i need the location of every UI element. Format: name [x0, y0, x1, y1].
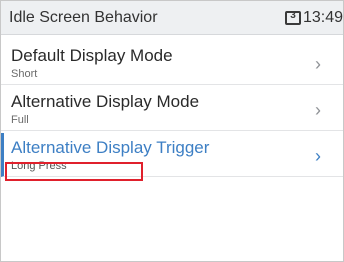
- menu-item-alternative-display-mode[interactable]: Alternative Display Mode Full ›: [1, 87, 343, 131]
- clock-time: 13:49: [303, 9, 344, 26]
- annotation-highlight-box: [5, 162, 143, 181]
- menu-item-label: Alternative Display Trigger: [11, 138, 210, 157]
- page-title: Idle Screen Behavior: [9, 9, 158, 26]
- phone-screen: Idle Screen Behavior 3 13:49 Default Dis…: [0, 0, 344, 262]
- menu-item-label: Alternative Display Mode: [11, 92, 200, 111]
- message-count-icon: 3: [285, 10, 301, 25]
- chevron-right-icon: ›: [315, 100, 321, 120]
- chevron-right-icon: ›: [315, 54, 321, 74]
- menu-item-value: Short: [11, 68, 38, 80]
- message-count-badge: 3: [290, 10, 296, 21]
- menu-item-default-display-mode[interactable]: Default Display Mode Short ›: [1, 41, 343, 85]
- status-bar: Idle Screen Behavior 3 13:49: [1, 1, 343, 35]
- menu-item-label: Default Display Mode: [11, 46, 173, 65]
- chevron-right-icon: ›: [315, 146, 321, 166]
- menu-item-value: Full: [11, 114, 29, 126]
